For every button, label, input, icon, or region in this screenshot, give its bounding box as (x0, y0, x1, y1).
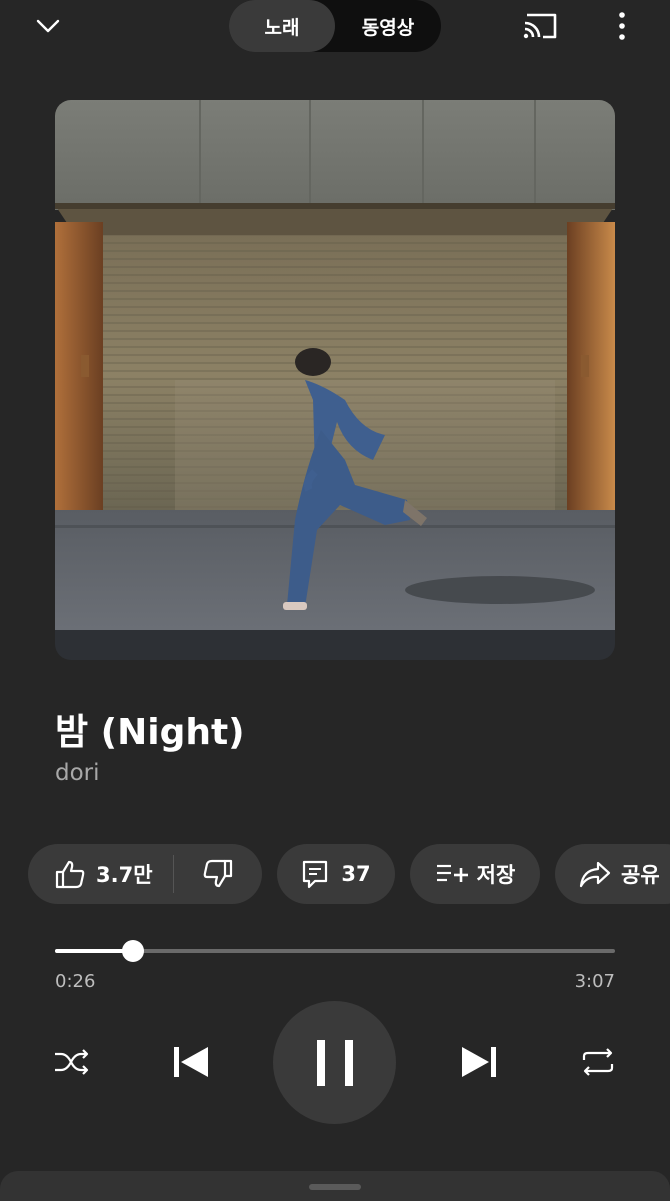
save-label: 저장 (476, 863, 516, 887)
like-button[interactable]: 3.7만 (28, 844, 173, 904)
tab-song[interactable]: 노래 (229, 0, 335, 52)
repeat-button[interactable] (576, 1040, 620, 1084)
cast-icon (523, 13, 557, 39)
share-icon (579, 861, 611, 888)
skip-next-icon (462, 1047, 496, 1077)
album-art (55, 100, 615, 660)
more-vert-icon (619, 12, 625, 40)
more-options-button[interactable] (604, 6, 640, 46)
share-label: 공유 (621, 863, 660, 887)
repeat-icon (582, 1048, 614, 1076)
share-button[interactable]: 공유 (555, 844, 670, 904)
total-time: 3:07 (574, 971, 615, 992)
progress-handle[interactable] (122, 940, 145, 962)
skip-previous-icon (174, 1047, 208, 1077)
playlist-add-icon (436, 864, 468, 882)
previous-button[interactable] (165, 1037, 215, 1087)
dislike-button[interactable] (174, 844, 262, 904)
like-dislike-pill: 3.7만 (28, 844, 262, 904)
shuffle-icon (55, 1049, 89, 1075)
pause-icon (316, 1039, 353, 1086)
sheet-drag-handle[interactable] (309, 1184, 361, 1190)
current-time: 0:26 (55, 971, 96, 992)
song-title: 밤 (Night) (55, 712, 245, 753)
song-video-toggle: 노래 동영상 (229, 0, 441, 52)
like-count: 3.7만 (96, 863, 153, 887)
comment-count: 37 (341, 862, 371, 886)
cast-button[interactable] (518, 6, 562, 46)
comments-button[interactable]: 37 (277, 844, 395, 904)
next-button[interactable] (455, 1037, 505, 1087)
thumbs-up-icon (55, 860, 85, 889)
artist-name[interactable]: dori (55, 760, 100, 786)
pause-button[interactable] (273, 1001, 396, 1124)
shuffle-button[interactable] (50, 1040, 94, 1084)
save-button[interactable]: 저장 (410, 844, 540, 904)
comment-icon (303, 860, 328, 889)
thumbs-down-icon (203, 859, 233, 888)
chevron-down-icon (36, 19, 60, 33)
progress-bar[interactable] (55, 940, 615, 962)
collapse-player-button[interactable] (28, 8, 68, 44)
tab-video[interactable]: 동영상 (335, 0, 441, 52)
